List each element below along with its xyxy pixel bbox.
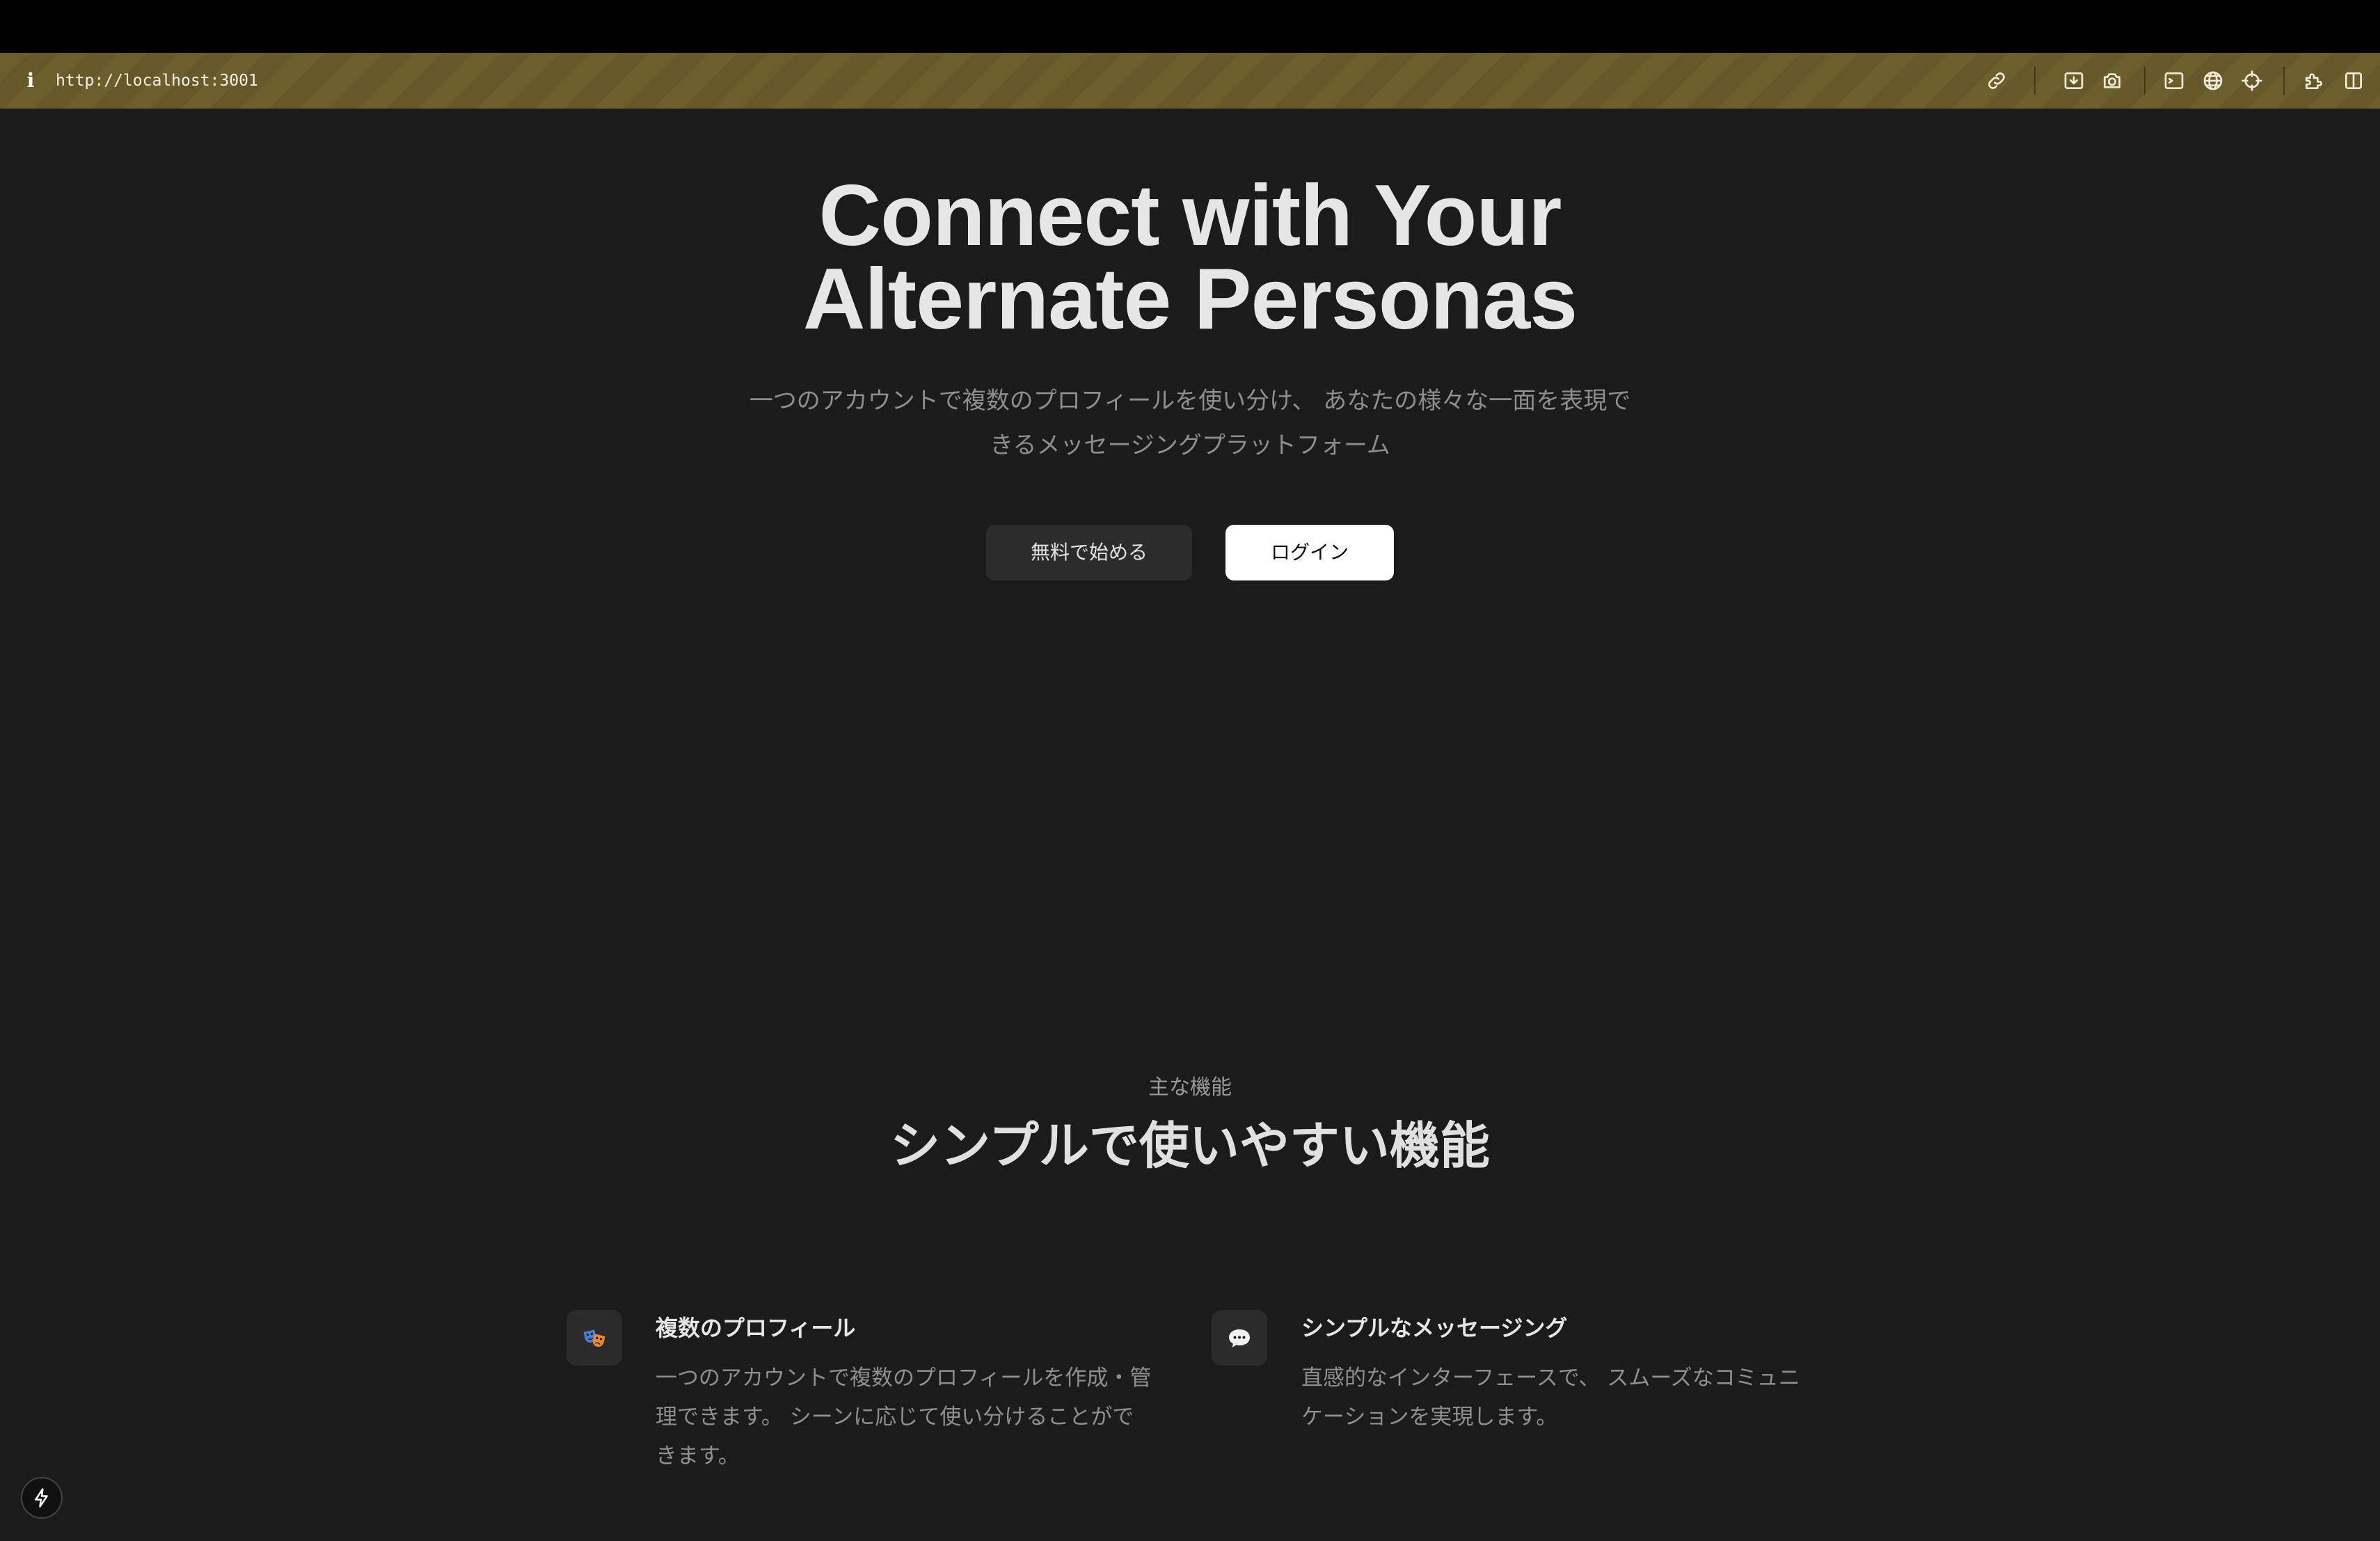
toolbar-divider — [2144, 67, 2145, 95]
window-top-bar — [0, 0, 2380, 53]
url-field[interactable]: http://localhost:3001 — [56, 67, 258, 95]
feature-desc-line: 直感的なインターフェースで、 スムーズなコミュニ — [1301, 1366, 1800, 1391]
hero-subtitle-line-1: 一つのアカウントで複数のプロフィールを使い分け、 あなたの様々な一面を表現で — [749, 387, 1631, 415]
feature-desc-profiles: 一つのアカウントで複数のプロフィールを作成・管 理できます。 シーンに応じて使い… — [656, 1359, 1171, 1476]
camera-icon[interactable] — [2098, 67, 2126, 95]
hero-title-line-1: Connect with Your — [818, 168, 1562, 264]
browser-toolbar: i http://localhost:3001 — [0, 53, 2380, 109]
feature-desc-line: ケーションを実現します。 — [1301, 1405, 1558, 1430]
extension-icon[interactable] — [2300, 67, 2328, 95]
feature-title-profiles: 複数のプロフィール — [656, 1315, 856, 1341]
feature-desc-line: きます。 — [656, 1444, 740, 1469]
hero-subtitle: 一つのアカウントで複数のプロフィールを使い分け、 あなたの様々な一面を表現で き… — [710, 379, 1670, 468]
link-icon[interactable] — [1983, 67, 2010, 95]
bolt-icon — [35, 1488, 48, 1508]
globe-icon[interactable] — [2199, 67, 2227, 95]
info-icon[interactable]: i — [24, 68, 38, 93]
sidebar-toggle-icon[interactable] — [2340, 67, 2367, 95]
speech-bubble-icon — [1212, 1310, 1267, 1366]
features-eyebrow: 主な機能 — [1148, 1075, 1232, 1100]
start-free-button[interactable]: 無料で始める — [986, 525, 1192, 580]
hero-title: Connect with Your Alternate Personas — [0, 168, 2380, 347]
feature-desc-line: 一つのアカウントで複数のプロフィールを作成・管 — [656, 1366, 1152, 1391]
feature-desc-messaging: 直感的なインターフェースで、 スムーズなコミュニ ケーションを実現します。 — [1301, 1359, 1816, 1437]
dev-tools-button[interactable] — [21, 1477, 63, 1519]
features-title: シンプルで使いやすい機能 — [890, 1116, 1490, 1175]
toolbar-divider — [2283, 67, 2285, 95]
download-icon[interactable] — [2060, 67, 2088, 95]
crosshair-icon[interactable] — [2238, 67, 2266, 95]
toolbar-divider — [2034, 67, 2036, 95]
login-button[interactable]: ログイン — [1225, 525, 1394, 580]
feature-desc-line: 理できます。 シーンに応じて使い分けることがで — [656, 1405, 1134, 1430]
feature-title-messaging: シンプルなメッセージング — [1301, 1315, 1568, 1341]
hero-title-line-2: Alternate Personas — [802, 251, 1578, 347]
masks-icon — [566, 1310, 622, 1366]
hero-subtitle-line-2: きるメッセージングプラットフォーム — [990, 432, 1390, 459]
terminal-icon[interactable] — [2160, 67, 2188, 95]
